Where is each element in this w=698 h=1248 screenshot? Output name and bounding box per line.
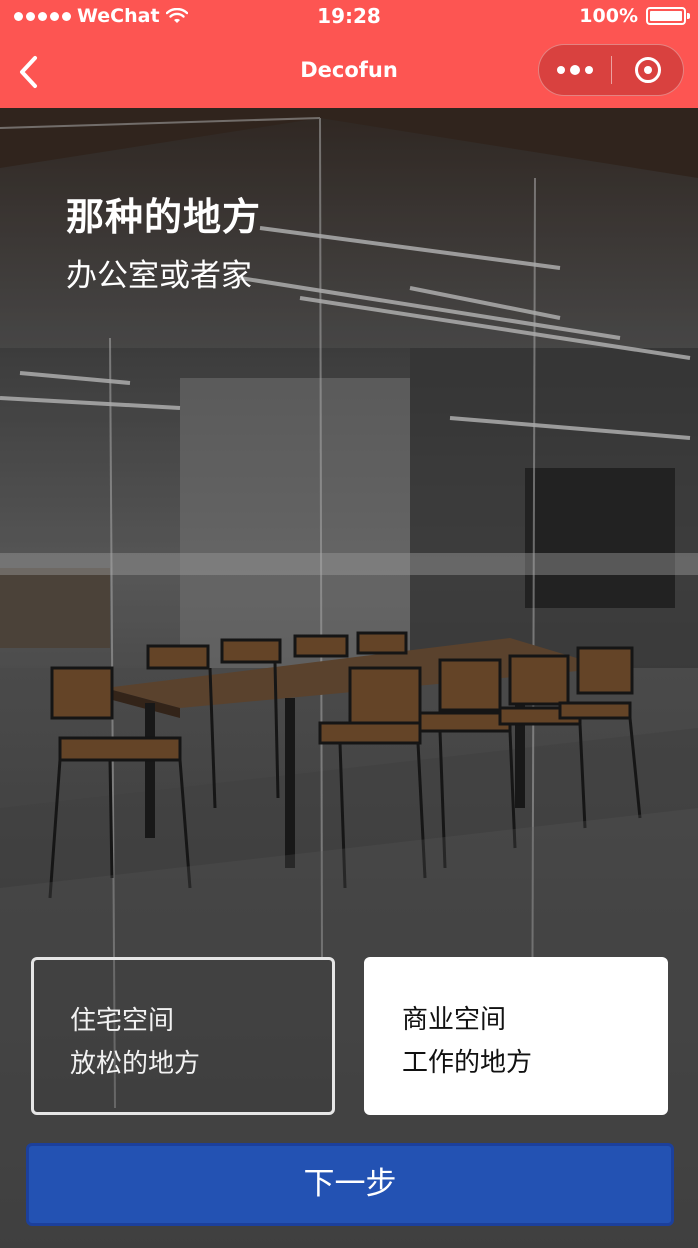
- option-title: 住宅空间: [70, 1006, 175, 1036]
- status-right: 100%: [579, 5, 690, 27]
- option-description: 放松的地方: [70, 1049, 201, 1079]
- top-bar: WeChat 19:28 100% Decofun: [0, 0, 698, 108]
- option-description: 工作的地方: [402, 1048, 533, 1078]
- page-subtitle: 办公室或者家: [66, 258, 252, 294]
- nav-bar: Decofun: [0, 34, 698, 108]
- target-circle-icon: [634, 57, 661, 83]
- option-commercial-card[interactable]: 商业空间 工作的地方: [364, 957, 668, 1115]
- more-dots-icon: [557, 66, 565, 74]
- option-residential-card[interactable]: 住宅空间 放松的地方: [31, 957, 335, 1115]
- battery-percent: 100%: [579, 5, 638, 27]
- app-screen: WeChat 19:28 100% Decofun 那种的地方 办公室或者家 住…: [0, 0, 698, 1248]
- close-button[interactable]: [612, 45, 683, 95]
- option-title: 商业空间: [402, 1005, 507, 1035]
- battery-icon: [646, 7, 690, 25]
- page-title: 那种的地方: [66, 195, 262, 239]
- status-bar: WeChat 19:28 100%: [0, 0, 698, 34]
- more-button[interactable]: [539, 45, 611, 95]
- mini-program-capsule: [538, 44, 684, 96]
- next-step-button[interactable]: 下一步: [26, 1143, 674, 1226]
